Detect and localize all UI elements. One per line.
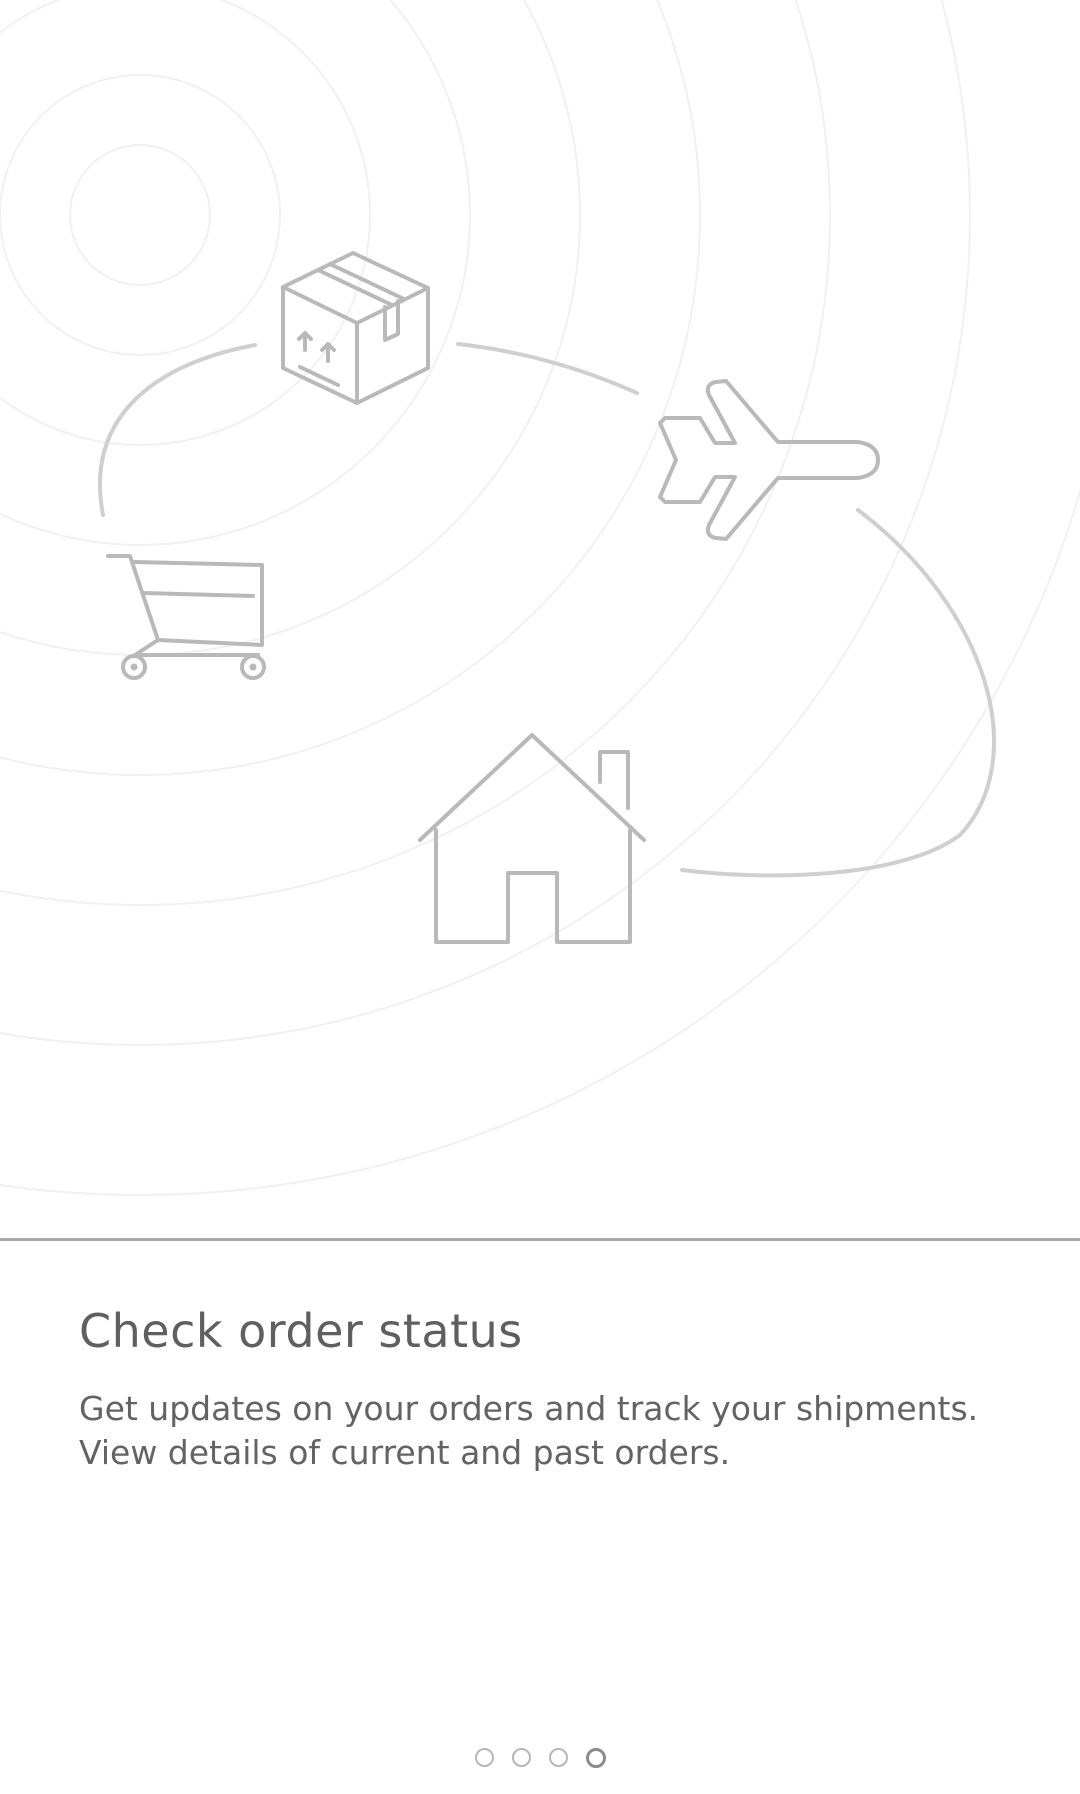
onboarding-description: Get updates on your orders and track you… xyxy=(79,1389,979,1472)
page-dot-4-active[interactable] xyxy=(585,1748,606,1768)
route-arcs xyxy=(98,342,996,878)
onboarding-screen: Check order status Get updates on your o… xyxy=(0,0,1080,1794)
page-dot-2[interactable] xyxy=(511,1748,531,1767)
onboarding-text: Check order status Get updates on your o… xyxy=(0,1241,1080,1794)
shopping-cart-icon xyxy=(106,554,266,680)
airplane-icon xyxy=(658,379,880,541)
house-icon xyxy=(418,733,646,944)
order-status-illustration xyxy=(0,0,1080,1238)
background-rings xyxy=(0,0,1080,1196)
onboarding-title: Check order status xyxy=(79,1304,523,1358)
page-dot-3[interactable] xyxy=(548,1748,568,1767)
page-dot-1[interactable] xyxy=(474,1748,494,1767)
package-box-icon xyxy=(281,251,430,405)
page-indicator xyxy=(0,1748,1080,1772)
